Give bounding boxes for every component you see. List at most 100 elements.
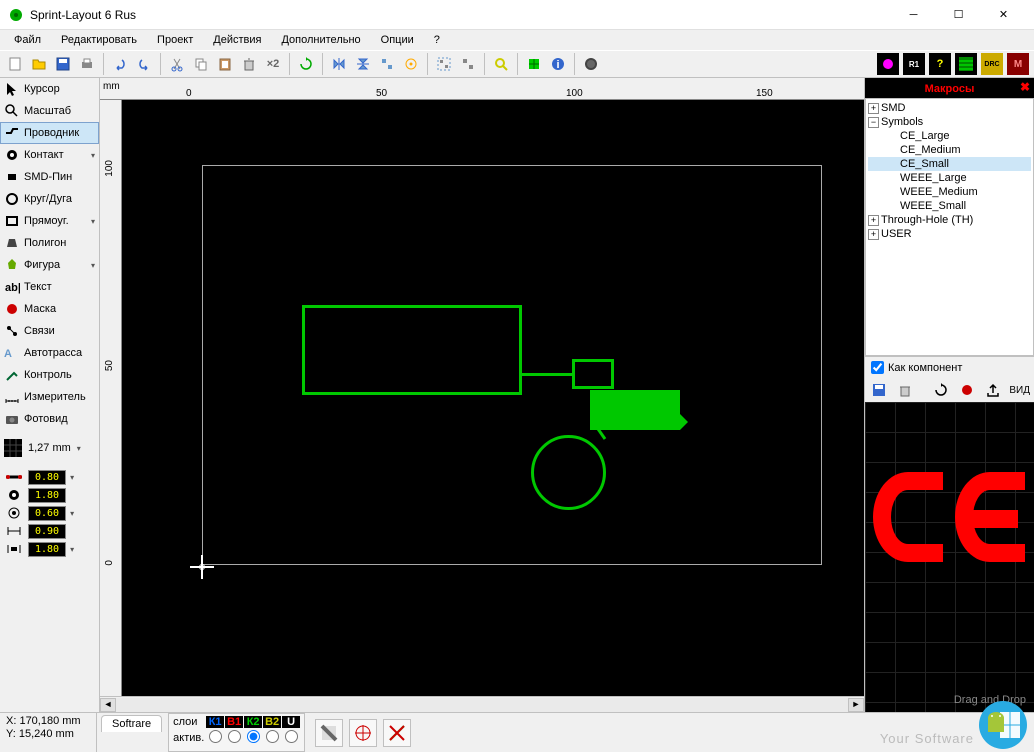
- panel-btn-grid[interactable]: [955, 53, 977, 75]
- tool-zoom[interactable]: Масштаб: [0, 100, 99, 122]
- as-component-checkbox[interactable]: [871, 361, 884, 374]
- drawn-track-1[interactable]: [522, 373, 572, 376]
- cut-button[interactable]: [166, 53, 188, 75]
- align-button[interactable]: [376, 53, 398, 75]
- status-connections-button[interactable]: [383, 719, 411, 747]
- tool-smd[interactable]: SMD-Пин: [0, 166, 99, 188]
- paste-button[interactable]: [214, 53, 236, 75]
- tool-mask[interactable]: Маска: [0, 298, 99, 320]
- zoom-button[interactable]: [490, 53, 512, 75]
- tree-ce-large[interactable]: CE_Large: [868, 129, 1031, 143]
- pcb-canvas[interactable]: [122, 100, 864, 696]
- horizontal-scrollbar[interactable]: ◄►: [100, 696, 864, 712]
- layer-radio-k1[interactable]: [209, 730, 222, 743]
- rotate-button[interactable]: [295, 53, 317, 75]
- menu-help[interactable]: ?: [426, 32, 448, 48]
- drawn-filled-shape[interactable]: [590, 390, 680, 430]
- close-button[interactable]: ✕: [981, 0, 1026, 30]
- macro-export-button[interactable]: [983, 380, 1003, 400]
- open-button[interactable]: [28, 53, 50, 75]
- tree-weee-small[interactable]: WEEE_Small: [868, 199, 1031, 213]
- mirror-v-button[interactable]: [352, 53, 374, 75]
- drawn-rectangle-large[interactable]: [302, 305, 522, 395]
- menu-options[interactable]: Опции: [373, 32, 422, 48]
- tree-smd[interactable]: +SMD: [868, 101, 1031, 115]
- w3-icon: [4, 506, 24, 520]
- tool-measure[interactable]: Измеритель: [0, 386, 99, 408]
- tool-auto[interactable]: AАвтотрасса: [0, 342, 99, 364]
- param-w5[interactable]: 1.80▾: [4, 540, 95, 558]
- undo-button[interactable]: [109, 53, 131, 75]
- param-w4[interactable]: 0.90: [4, 522, 95, 540]
- new-button[interactable]: [4, 53, 26, 75]
- macros-tree[interactable]: +SMD −Symbols CE_Large CE_Medium CE_Smal…: [865, 98, 1034, 356]
- info-button[interactable]: i: [547, 53, 569, 75]
- save-button[interactable]: [52, 53, 74, 75]
- tool-rect[interactable]: Прямоуг.▾: [0, 210, 99, 232]
- tree-weee-large[interactable]: WEEE_Large: [868, 171, 1031, 185]
- board-tab[interactable]: Softrare: [101, 715, 162, 732]
- layer-radio-u[interactable]: [285, 730, 298, 743]
- tool-shape[interactable]: Фигура▾: [0, 254, 99, 276]
- tree-ce-small[interactable]: CE_Small: [868, 157, 1031, 171]
- panel-btn-macro[interactable]: M: [1007, 53, 1029, 75]
- macro-rotate-button[interactable]: [931, 380, 951, 400]
- layer-radio-b1[interactable]: [228, 730, 241, 743]
- macro-save-button[interactable]: [869, 380, 889, 400]
- tree-user[interactable]: +USER: [868, 227, 1031, 241]
- tree-ce-medium[interactable]: CE_Medium: [868, 143, 1031, 157]
- minimize-button[interactable]: ─: [891, 0, 936, 30]
- layer-radio-b2[interactable]: [266, 730, 279, 743]
- macro-preview[interactable]: Drag and Drop: [865, 402, 1034, 712]
- status-ground-button[interactable]: [315, 719, 343, 747]
- menu-extra[interactable]: Дополнительно: [273, 32, 368, 48]
- scanned-copy-button[interactable]: [580, 53, 602, 75]
- macro-record-button[interactable]: [957, 380, 977, 400]
- delete-button[interactable]: [238, 53, 260, 75]
- menu-actions[interactable]: Действия: [205, 32, 269, 48]
- group-button[interactable]: [433, 53, 455, 75]
- mirror-h-button[interactable]: [328, 53, 350, 75]
- tool-pad[interactable]: Контакт▾: [0, 144, 99, 166]
- grid-size-row[interactable]: 1,27 mm ▾: [0, 436, 99, 460]
- tool-link[interactable]: Связи: [0, 320, 99, 342]
- menu-file[interactable]: Файл: [6, 32, 49, 48]
- tool-poly[interactable]: Полигон: [0, 232, 99, 254]
- param-w3[interactable]: 0.60▾: [4, 504, 95, 522]
- track-icon: [4, 125, 20, 141]
- print-button[interactable]: [76, 53, 98, 75]
- tree-symbols[interactable]: −Symbols: [868, 115, 1031, 129]
- maximize-button[interactable]: ☐: [936, 0, 981, 30]
- tree-th[interactable]: +Through-Hole (TH): [868, 213, 1031, 227]
- tool-test[interactable]: Контроль: [0, 364, 99, 386]
- macro-options-row: Как компонент: [865, 356, 1034, 378]
- tool-photo[interactable]: Фотовид: [0, 408, 99, 430]
- ungroup-button[interactable]: [457, 53, 479, 75]
- macros-close-icon[interactable]: ✖: [1020, 80, 1030, 94]
- drawn-rectangle-small[interactable]: [572, 359, 614, 389]
- menu-project[interactable]: Проект: [149, 32, 201, 48]
- menu-edit[interactable]: Редактировать: [53, 32, 145, 48]
- param-w2[interactable]: 1.80: [4, 486, 95, 504]
- zoom-icon: [4, 103, 20, 119]
- param-w1[interactable]: 0.80▾: [4, 468, 95, 486]
- tool-track[interactable]: Проводник: [0, 122, 99, 144]
- redo-button[interactable]: [133, 53, 155, 75]
- transparent-button[interactable]: [523, 53, 545, 75]
- status-origin-button[interactable]: [349, 719, 377, 747]
- panel-btn-drc[interactable]: DRC: [981, 53, 1003, 75]
- snap-button[interactable]: [400, 53, 422, 75]
- panel-btn-help[interactable]: ?: [929, 53, 951, 75]
- copy-button[interactable]: [190, 53, 212, 75]
- drawn-circle[interactable]: [531, 435, 606, 510]
- tree-weee-medium[interactable]: WEEE_Medium: [868, 185, 1031, 199]
- tool-text[interactable]: ab|Текст: [0, 276, 99, 298]
- panel-btn-r1[interactable]: R1: [903, 53, 925, 75]
- tool-circle[interactable]: Круг/Дуга: [0, 188, 99, 210]
- layer-radio-k2[interactable]: [247, 730, 260, 743]
- macro-delete-button[interactable]: [895, 380, 915, 400]
- svg-text:i: i: [556, 59, 559, 71]
- duplicate-button[interactable]: ×2: [262, 53, 284, 75]
- panel-btn-1[interactable]: [877, 53, 899, 75]
- tool-cursor[interactable]: Курсор: [0, 78, 99, 100]
